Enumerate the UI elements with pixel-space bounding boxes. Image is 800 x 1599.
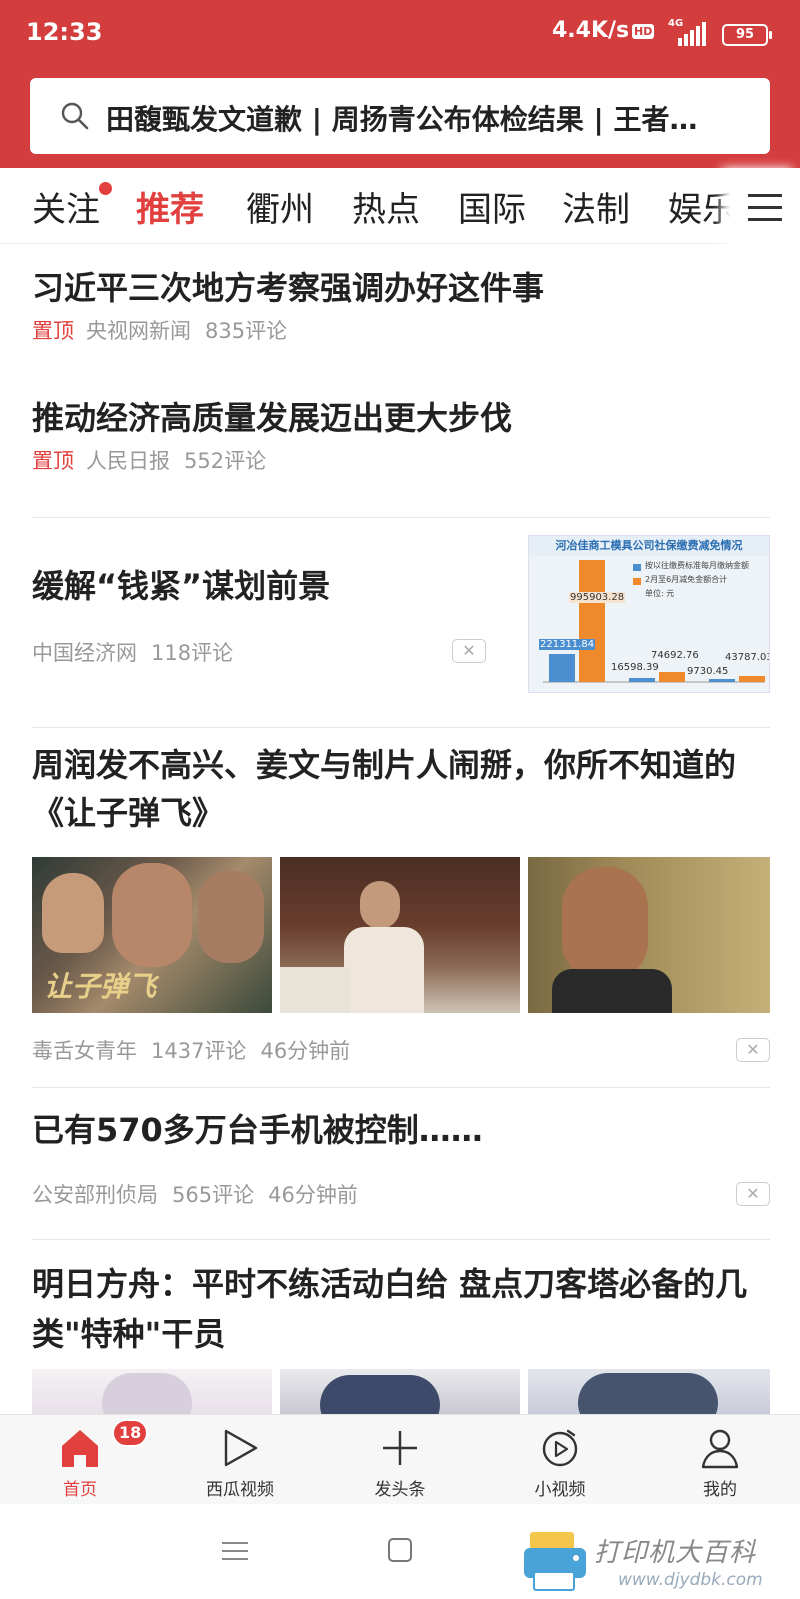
news-meta: 置顶 央视网新闻 835评论 [32, 315, 770, 345]
news-title: 缓解“钱紧”谋划前景 [32, 567, 331, 605]
dislike-close-button[interactable]: ✕ [736, 1038, 770, 1062]
nav-short-video[interactable]: 小视频 [500, 1421, 620, 1505]
search-hot-words: 田馥甄发文道歉 | 周扬青公布体检结果 | 王者… [106, 103, 698, 136]
tab-entertainment[interactable]: 娱乐 [668, 182, 736, 231]
news-meta: 中国经济网 118评论 [32, 637, 247, 667]
status-time: 12:33 [26, 18, 103, 46]
news-item[interactable]: 习近平三次地方考察强调办好这件事 置顶 央视网新闻 835评论 [32, 265, 770, 345]
nav-xigua-video[interactable]: 西瓜视频 [180, 1421, 300, 1505]
watermark-text: 打印机大百科 [594, 1538, 757, 1568]
nav-profile[interactable]: 我的 [660, 1421, 780, 1505]
divider [32, 1239, 770, 1240]
search-header: 田馥甄发文道歉 | 周扬青公布体检结果 | 王者… [0, 70, 800, 168]
news-source: 中国经济网 [32, 641, 137, 665]
play-icon [220, 1427, 260, 1469]
system-menu-button[interactable] [222, 1540, 248, 1562]
news-item[interactable]: 已有570多万台手机被控制…… [32, 1107, 770, 1153]
chart-data-label: 995903.28 [569, 592, 626, 603]
home-icon [60, 1427, 100, 1469]
news-title: 习近平三次地方考察强调办好这件事 [32, 269, 545, 307]
nav-label: 小视频 [534, 1480, 586, 1500]
notification-badge: 18 [112, 1419, 149, 1447]
news-item[interactable]: 推动经济高质量发展迈出更大步伐 置顶 人民日报 552评论 [32, 395, 770, 475]
battery-icon: 95 [722, 24, 772, 46]
chart-data-label: 74692.76 [651, 650, 699, 661]
news-item[interactable]: 明日方舟：平时不练活动白给 盘点刀客塔必备的几类"特种"干员 [32, 1259, 770, 1359]
divider [32, 517, 770, 518]
news-image [32, 1369, 272, 1414]
dislike-close-button[interactable]: ✕ [736, 1182, 770, 1206]
news-item[interactable]: 周润发不高兴、姜文与制片人闹掰，你所不知道的《让子弹飞》 [32, 741, 770, 837]
notification-dot [99, 182, 112, 195]
news-source: 人民日报 [86, 449, 170, 473]
divider [32, 727, 770, 728]
pinned-label: 置顶 [32, 319, 74, 343]
news-image [280, 857, 520, 1013]
comment-count: 552评论 [184, 449, 267, 473]
news-meta: 置顶 人民日报 552评论 [32, 445, 770, 475]
nav-home[interactable]: 18 首页 [20, 1419, 149, 1505]
news-source: 毒舌女青年 [32, 1039, 137, 1063]
chart-data-label: 43787.03 [725, 652, 770, 663]
divider [32, 1087, 770, 1088]
nav-post[interactable]: 发头条 [340, 1421, 460, 1505]
printer-logo-icon [524, 1532, 586, 1591]
comment-count: 835评论 [205, 319, 288, 343]
comment-count: 565评论 [172, 1183, 255, 1207]
dislike-close-button[interactable]: ✕ [452, 639, 486, 663]
nav-label: 我的 [703, 1480, 737, 1500]
status-bar: 12:33 4.4K/s HD 4G 95 [0, 0, 800, 70]
publish-time: 46分钟前 [268, 1183, 358, 1207]
network-speed: 4.4K/s [552, 18, 630, 43]
news-meta: 毒舌女青年 1437评论 46分钟前 [32, 1035, 364, 1065]
short-video-icon [540, 1427, 580, 1469]
news-source: 公安部刑侦局 [32, 1183, 158, 1207]
search-icon [60, 101, 90, 131]
image-caption: 让子弹飞 [44, 970, 157, 1003]
news-source: 央视网新闻 [86, 319, 191, 343]
channel-menu-icon[interactable] [730, 168, 800, 244]
publish-time: 46分钟前 [260, 1039, 351, 1063]
news-image [528, 1369, 770, 1414]
nav-label: 西瓜视频 [206, 1480, 274, 1500]
chart-unit: 单位: 元 [645, 589, 675, 598]
bottom-navigation: 18 首页 西瓜视频 发头条 小视频 我的 [0, 1414, 800, 1504]
comment-count: 118评论 [151, 641, 234, 665]
chart-legend: 2月至6月减免金额合计 [645, 575, 728, 584]
news-title: 已有570多万台手机被控制…… [32, 1111, 483, 1149]
news-title: 推动经济高质量发展迈出更大步伐 [32, 399, 513, 437]
tab-follow[interactable]: 关注 [32, 182, 112, 231]
tab-hot[interactable]: 热点 [352, 182, 420, 231]
news-image [280, 1369, 520, 1414]
chart-legend: 按以往缴费标准每月缴纳金额 [645, 561, 749, 570]
pinned-label: 置顶 [32, 449, 74, 473]
news-thumbnail-chart: 河冶佳商工模具公司社保缴费减免情况 按以往缴费标准每月缴纳金额 2月至6月减免金… [528, 535, 770, 693]
watermark-url: www.djydbk.com [618, 1570, 763, 1590]
news-title: 周润发不高兴、姜文与制片人闹掰，你所不知道的《让子弹飞》 [32, 746, 737, 832]
news-image [528, 857, 770, 1013]
system-home-button[interactable] [388, 1538, 412, 1562]
comment-count: 1437评论 [151, 1039, 247, 1063]
tab-recommend[interactable]: 推荐 [136, 182, 204, 231]
user-icon [700, 1427, 740, 1469]
tab-law[interactable]: 法制 [562, 182, 630, 231]
news-meta: 公安部刑侦局 565评论 46分钟前 [32, 1179, 372, 1209]
search-bar[interactable]: 田馥甄发文道歉 | 周扬青公布体检结果 | 王者… [30, 78, 770, 154]
channel-tabs: 关注 推荐 衢州 热点 国际 法制 娱乐 [0, 168, 800, 244]
news-title: 明日方舟：平时不练活动白给 盘点刀客塔必备的几类"特种"干员 [32, 1265, 748, 1353]
hd-icon: HD [632, 24, 655, 39]
signal-icon: 4G [668, 18, 708, 46]
plus-icon [380, 1427, 420, 1469]
watermark: 打印机大百科 www.djydbk.com [522, 1522, 800, 1599]
chart-data-label: 16598.39 [611, 662, 659, 673]
nav-label: 发头条 [374, 1480, 426, 1500]
news-item[interactable]: 缓解“钱紧”谋划前景 中国经济网 118评论 ✕ 河冶佳商工模具公司社保缴费减免情… [32, 535, 770, 703]
chart-data-label: 9730.45 [687, 666, 729, 677]
news-image: 让子弹飞 [32, 857, 272, 1013]
chart-data-label: 221311.84 [539, 639, 596, 650]
tab-quzhou[interactable]: 衢州 [246, 182, 314, 231]
nav-label: 首页 [63, 1480, 97, 1500]
tab-international[interactable]: 国际 [458, 182, 526, 231]
